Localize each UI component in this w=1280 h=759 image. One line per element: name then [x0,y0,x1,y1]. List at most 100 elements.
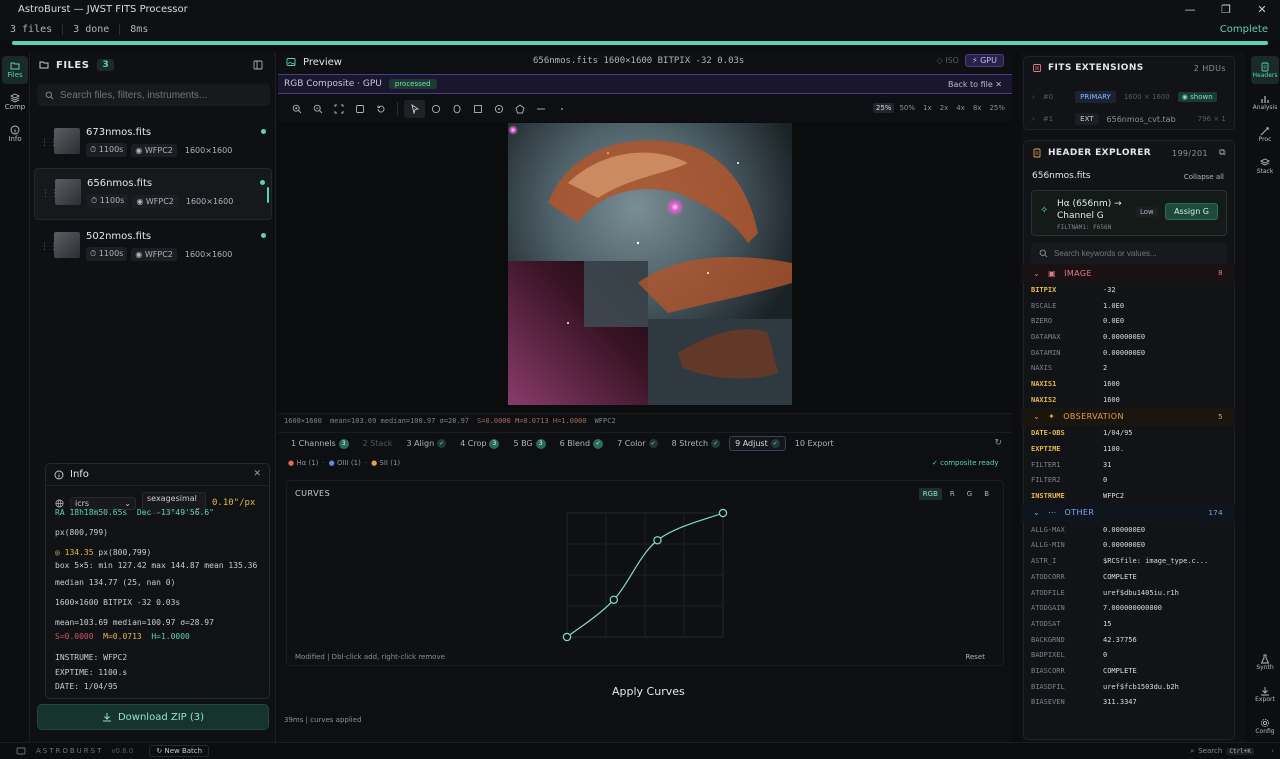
global-search-button[interactable]: ⌕ Search Ctrl+K [1190,747,1254,756]
ellipse-icon[interactable] [446,100,467,118]
close-icon[interactable]: ✕ [253,469,261,479]
header-search-box[interactable] [1031,242,1227,264]
assign-g-button[interactable]: Assign G [1165,203,1218,220]
keyword-row[interactable]: BACKGRND 42.37756 [1021,632,1235,648]
tab-g[interactable]: G [963,488,976,500]
curve-control-point[interactable] [653,536,662,545]
rail-info-button[interactable]: Info [2,120,28,148]
rail-proc-button[interactable]: Proc [1251,120,1279,148]
tab-b[interactable]: B [980,488,993,500]
extension-row[interactable]: › #1 EXT 656nmos_cvt.tab 796 × 1 [1032,113,1226,125]
copy-icon[interactable]: ⧉ [1219,148,1226,158]
zoom-50-button[interactable]: 50% [896,103,918,113]
rail-stack-button[interactable]: Stack [1251,152,1279,180]
zoom-2x-button[interactable]: 2x [937,103,952,113]
section-image[interactable]: ⌄ ▣ IMAGE 8 [1021,264,1235,282]
back-to-file-button[interactable]: Back to file ✕ [948,80,1002,89]
zoom-25-button[interactable]: 25% [872,103,895,113]
keyword-row[interactable]: DATAMIN 0.000000E0 [1021,345,1235,361]
keyword-row[interactable]: BIASDFIL uref$fcb1503du.b2h [1021,679,1235,695]
rail-files-button[interactable]: Files [2,56,28,84]
step-adjust[interactable]: 9 Adjust ✓ [729,436,786,451]
step-stretch[interactable]: 8 Stretch ✓ [667,437,726,450]
keyword-row[interactable]: BADPIXEL 0 [1021,647,1235,663]
keyword-row[interactable]: ALLG-MIN 0.000000E0 [1021,538,1235,554]
keyword-row[interactable]: BIASEVEN 311.3347 [1021,695,1235,711]
zoom-out-icon[interactable] [307,100,328,118]
step-channels[interactable]: 1 Channels 3 [286,437,354,451]
keyword-row[interactable]: BZERO 0.0E0 [1021,313,1235,329]
extension-row[interactable]: › #0 PRIMARY 1600 × 1600 ◉ shown [1032,91,1217,103]
zoom-4x-button[interactable]: 4x [953,103,968,113]
frame-icon[interactable] [349,100,370,118]
step-stack[interactable]: 2 Stack [358,437,398,450]
target-icon[interactable] [488,100,509,118]
curves-graph[interactable] [561,507,729,643]
step-blend[interactable]: 6 Blend ✓ [555,437,608,451]
step-align[interactable]: 3 Align ✓ [401,437,451,450]
keyword-row[interactable]: FILTER1 31 [1021,457,1235,473]
rectangle-icon[interactable] [467,100,488,118]
circle-icon[interactable] [425,100,446,118]
close-window-button[interactable]: ✕ [1244,0,1280,18]
rail-export-button[interactable]: Export [1251,680,1279,708]
zoom-1x-button[interactable]: 1x [920,103,935,113]
curve-control-point[interactable] [718,508,728,518]
keyword-row[interactable]: ATODSAT 15 [1021,616,1235,632]
composite-image[interactable] [508,123,792,405]
keyword-row[interactable]: ATODGAIN 7.000000000000 [1021,600,1235,616]
gpu-button[interactable]: ⚡ GPU [964,54,1004,67]
keyword-row[interactable]: BITPIX -32 [1021,282,1235,298]
iso-toggle[interactable]: ◇ ISO [937,56,959,65]
keyword-row[interactable]: NAXIS2 1600 [1021,392,1235,408]
section-obs[interactable]: ⌄ ✦ OBSERVATION 5 [1021,407,1235,426]
file-item[interactable]: ⋮⋮ 673nmos.fits ⏱ 1100s ◉ WFPC2 1600×160… [34,118,272,170]
rail-analysis-button[interactable]: Analysis [1251,88,1279,116]
zoom-in-icon[interactable] [286,100,307,118]
download-zip-button[interactable]: Download ZIP (3) [37,704,269,730]
tab-r[interactable]: R [946,488,959,500]
files-search-box[interactable] [37,84,270,106]
tab-rgb[interactable]: RGB [918,488,942,500]
point-icon[interactable] [551,100,572,118]
curve-control-point[interactable] [609,595,619,605]
keyword-row[interactable]: DATE-OBS 1/04/95 [1021,426,1235,442]
apply-curves-button[interactable]: Apply Curves [612,685,685,698]
polygon-icon[interactable] [509,100,530,118]
keyword-row[interactable]: BSCALE 1.0E0 [1021,298,1235,314]
line-icon[interactable] [530,100,551,118]
file-item[interactable]: ⋮⋮ 502nmos.fits ⏱ 1100s ◉ WFPC2 1600×160… [34,222,272,274]
keyword-row[interactable]: ASTR_I $RCSfile: image_type.c... [1021,553,1235,569]
panel-toggle-icon[interactable] [253,60,263,70]
keyword-row[interactable]: ATODCORR COMPLETE [1021,569,1235,585]
step-color[interactable]: 7 Color ✓ [612,437,663,450]
file-item[interactable]: ⋮⋮ 656nmos.fits ⏱ 1100s ◉ WFPC2 1600×160… [34,168,272,220]
files-search-input[interactable] [60,89,260,101]
image-canvas[interactable] [278,122,1012,414]
step-export[interactable]: 10 Export [790,437,839,450]
refresh-icon[interactable]: ↻ [994,438,1002,448]
curves-reset-button[interactable]: Reset [965,653,985,661]
keyword-row[interactable]: BIASCORR COMPLETE [1021,663,1235,679]
keyword-row[interactable]: NAXIS1 1600 [1021,376,1235,392]
step-crop[interactable]: 4 Crop 3 [455,437,504,451]
section-other[interactable]: ⌄ ⋯ OTHER 174 [1021,503,1235,522]
new-batch-button[interactable]: ↻ New Batch [149,745,210,757]
pointer-icon[interactable] [404,100,425,118]
keyword-row[interactable]: FILTER2 0 [1021,473,1235,489]
maximize-button[interactable]: ❐ [1208,0,1244,18]
rail-config-button[interactable]: Config [1251,712,1279,740]
header-search-input[interactable] [1054,248,1224,258]
keyword-row[interactable]: ATODFILE uref$dbu1405iu.r1h [1021,585,1235,601]
minimize-button[interactable]: — [1172,0,1208,18]
fit-screen-icon[interactable] [328,100,349,118]
rail-comp-button[interactable]: Comp [2,88,28,116]
zoom-8x-button[interactable]: 8x [970,103,985,113]
step-bg[interactable]: 5 BG 3 [508,437,550,451]
keyword-row[interactable]: INSTRUME WFPC2 [1021,488,1235,504]
curve-control-point[interactable] [562,632,572,642]
keyword-row[interactable]: EXPTIME 1100. [1021,441,1235,457]
collapse-all-button[interactable]: Collapse all [1184,173,1224,181]
chevron-right-icon[interactable]: › [1271,747,1274,755]
rotate-icon[interactable] [370,100,391,118]
